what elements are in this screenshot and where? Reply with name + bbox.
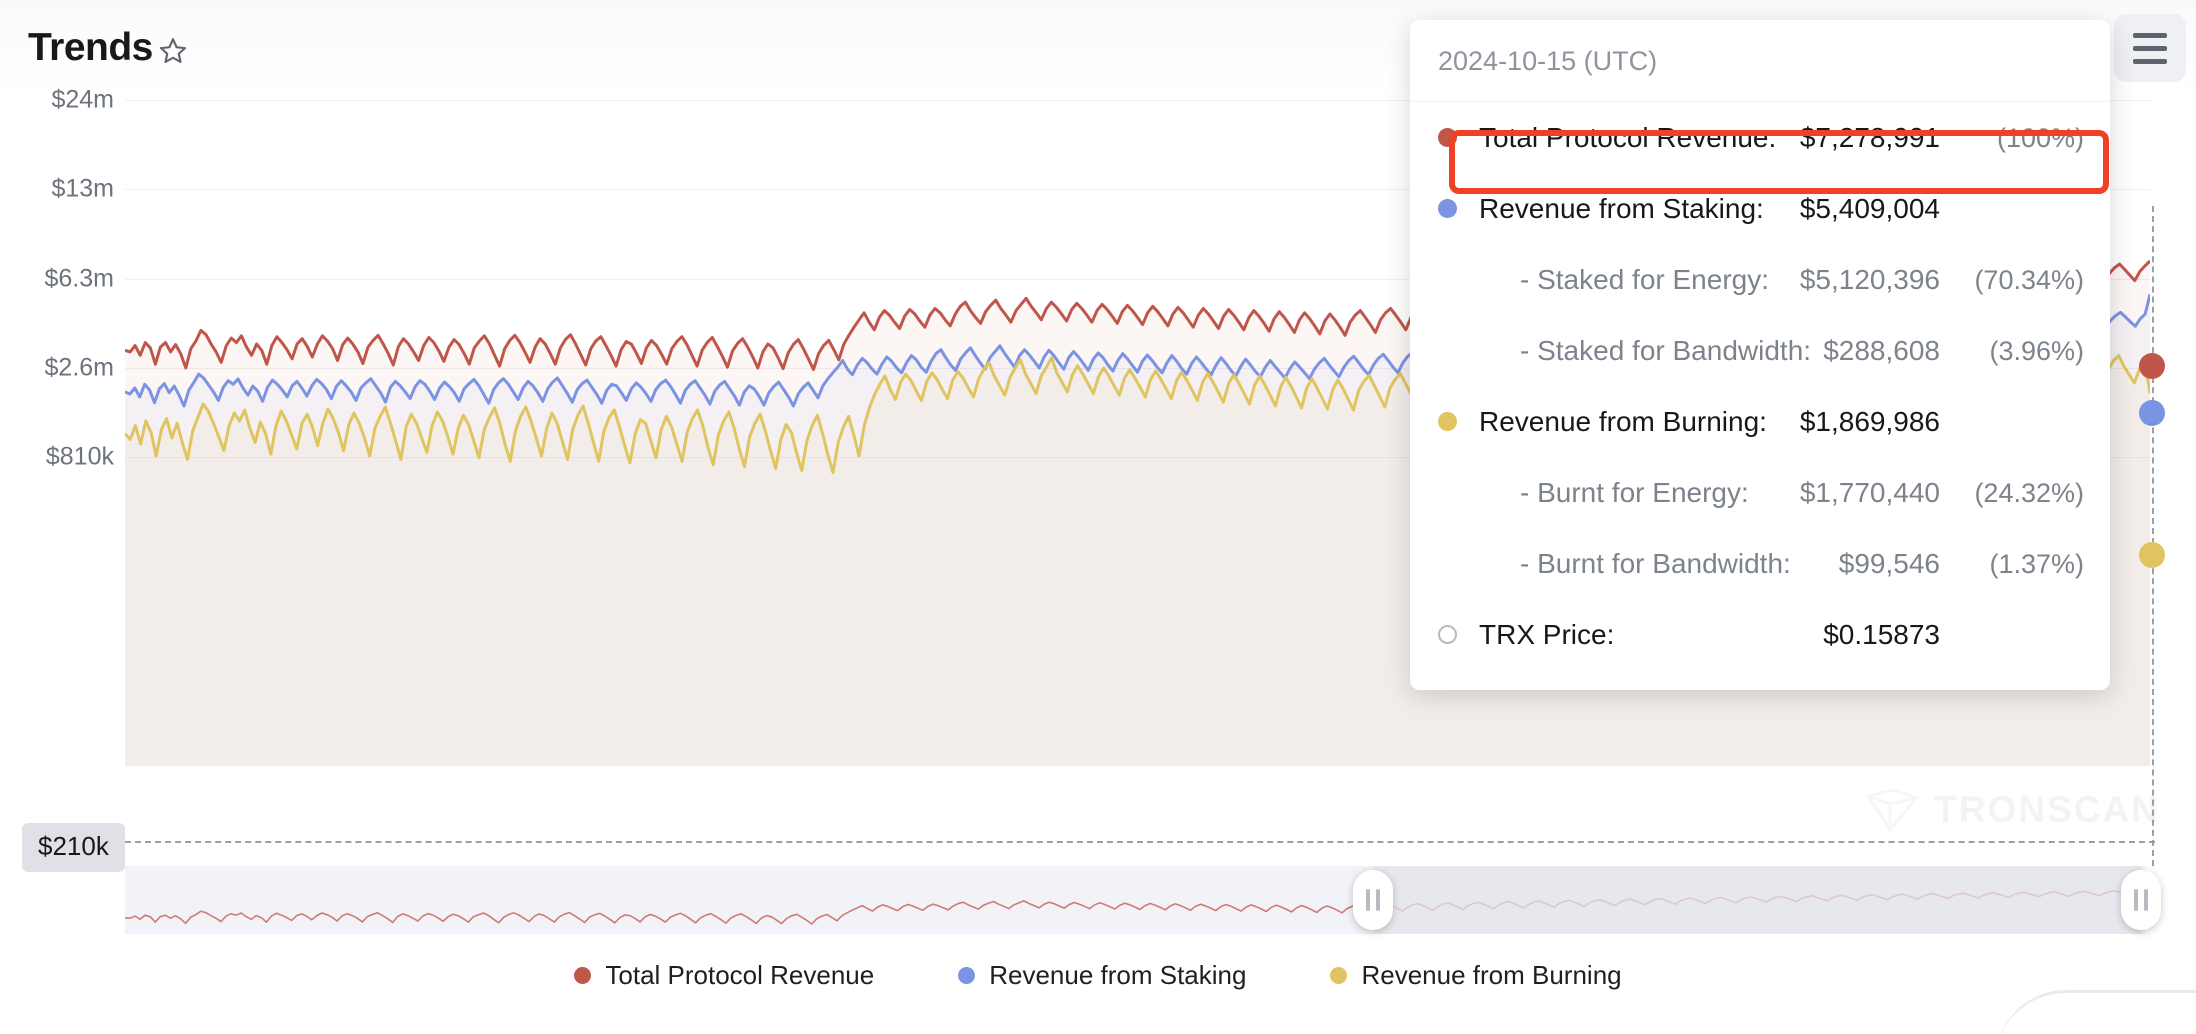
hover-dot-burning (2139, 542, 2165, 568)
tooltip-row-value: $1,770,440 (1800, 477, 1940, 509)
tooltip-row-percent: (24.32%) (1958, 478, 2084, 509)
tooltip-row-percent: (70.34%) (1958, 265, 2084, 296)
hamburger-menu-icon (2133, 59, 2167, 64)
star-outline-icon[interactable] (158, 36, 188, 66)
tooltip-row-value: $5,120,396 (1800, 264, 1940, 296)
tooltip-row-value: $5,409,004 (1800, 193, 1940, 225)
datazoom-handle-left[interactable] (1353, 870, 1393, 930)
tooltip-row: Revenue from Staking: $5,409,004 (1410, 173, 2110, 244)
tooltip-row-label: - Staked for Energy: (1520, 264, 1769, 296)
tooltip-row-value: $0.15873 (1823, 619, 1940, 651)
y-axis-pointer-badge: $210k (22, 823, 125, 872)
trends-page: Trends $24m$13m$6.3m$2.6m$810k $150k $21… (0, 0, 2196, 1034)
tooltip-row: - Staked for Bandwidth: $288,608 (3.96%) (1410, 315, 2110, 386)
y-axis-tick-label: $810k (46, 443, 114, 472)
tooltip-row-value: $1,869,986 (1800, 406, 1940, 438)
tooltip-series-dot (1438, 625, 1457, 644)
tooltip-row-label: Total Protocol Revenue: (1479, 122, 1776, 154)
tooltip-row: Revenue from Burning: $1,869,986 (1410, 386, 2110, 457)
tooltip-row: - Burnt for Bandwidth: $99,546 (1.37%) (1410, 528, 2110, 599)
decorative-corner (1996, 990, 2196, 1034)
tooltip-row-label: - Burnt for Energy: (1520, 477, 1749, 509)
y-axis-tick-label: $24m (51, 86, 114, 115)
tooltip-row: TRX Price: $0.15873 (1410, 599, 2110, 670)
legend-item[interactable]: Total Protocol Revenue (574, 960, 874, 991)
tooltip-row-percent: (3.96%) (1958, 336, 2084, 367)
chart-legend[interactable]: Total Protocol Revenue Revenue from Staki… (0, 960, 2196, 991)
tooltip-row: Total Protocol Revenue: $7,278,991 (100%) (1410, 102, 2110, 173)
legend-color-dot (1330, 967, 1347, 984)
tronscan-logo-icon (1864, 786, 1920, 834)
tooltip-row: - Staked for Energy: $5,120,396 (70.34%) (1410, 244, 2110, 315)
watermark-text: TRONSCAN (1934, 789, 2160, 831)
legend-item[interactable]: Revenue from Staking (958, 960, 1246, 991)
tooltip-row-percent: (1.37%) (1958, 549, 2084, 580)
tooltip-series-dot (1438, 412, 1457, 431)
tooltip-series-dot (1438, 199, 1457, 218)
legend-label: Revenue from Burning (1361, 960, 1621, 991)
datazoom-selected-range[interactable] (1373, 866, 2141, 934)
grip-line (2134, 889, 2138, 911)
legend-label: Total Protocol Revenue (605, 960, 874, 991)
y-axis-tick-label: $13m (51, 175, 114, 204)
hamburger-menu-button[interactable] (2114, 14, 2186, 82)
tooltip-row-percent: (100%) (1958, 123, 2084, 154)
tooltip-row: - Burnt for Energy: $1,770,440 (24.32%) (1410, 457, 2110, 528)
datazoom-handle-right[interactable] (2121, 870, 2161, 930)
legend-color-dot (958, 967, 975, 984)
legend-color-dot (574, 967, 591, 984)
tooltip-rows: Total Protocol Revenue: $7,278,991 (100%) R… (1410, 102, 2110, 670)
tooltip-row-value: $7,278,991 (1800, 122, 1940, 154)
grip-line (1376, 889, 1380, 911)
tooltip-row-label: Revenue from Burning: (1479, 406, 1767, 438)
hover-dot-total (2139, 353, 2165, 379)
tooltip-row-value: $99,546 (1839, 548, 1940, 580)
tooltip-row-label: - Burnt for Bandwidth: (1520, 548, 1791, 580)
legend-label: Revenue from Staking (989, 960, 1246, 991)
horizontal-crosshair (125, 841, 2155, 843)
vertical-crosshair (2152, 206, 2154, 866)
page-title: Trends (28, 26, 153, 70)
tooltip-row-label: TRX Price: (1479, 619, 1614, 651)
tooltip-row-value: $288,608 (1823, 335, 1940, 367)
grip-line (1366, 889, 1370, 911)
legend-item[interactable]: Revenue from Burning (1330, 960, 1621, 991)
tooltip-row-label: Revenue from Staking: (1479, 193, 1764, 225)
chart-tooltip: 2024-10-15 (UTC) Total Protocol Revenue:… (1410, 20, 2110, 690)
tooltip-series-dot (1438, 128, 1457, 147)
y-axis-tick-label: $2.6m (45, 354, 114, 383)
tooltip-row-label: - Staked for Bandwidth: (1520, 335, 1811, 367)
tooltip-date: 2024-10-15 (UTC) (1410, 20, 2110, 102)
tronscan-watermark: TRONSCAN (1864, 786, 2160, 834)
grip-line (2144, 889, 2148, 911)
hover-dot-staking (2139, 400, 2165, 426)
chart-datazoom-slider[interactable] (125, 866, 2145, 934)
hamburger-menu-icon (2133, 46, 2167, 51)
y-axis-tick-label: $6.3m (45, 265, 114, 294)
hamburger-menu-icon (2133, 33, 2167, 38)
